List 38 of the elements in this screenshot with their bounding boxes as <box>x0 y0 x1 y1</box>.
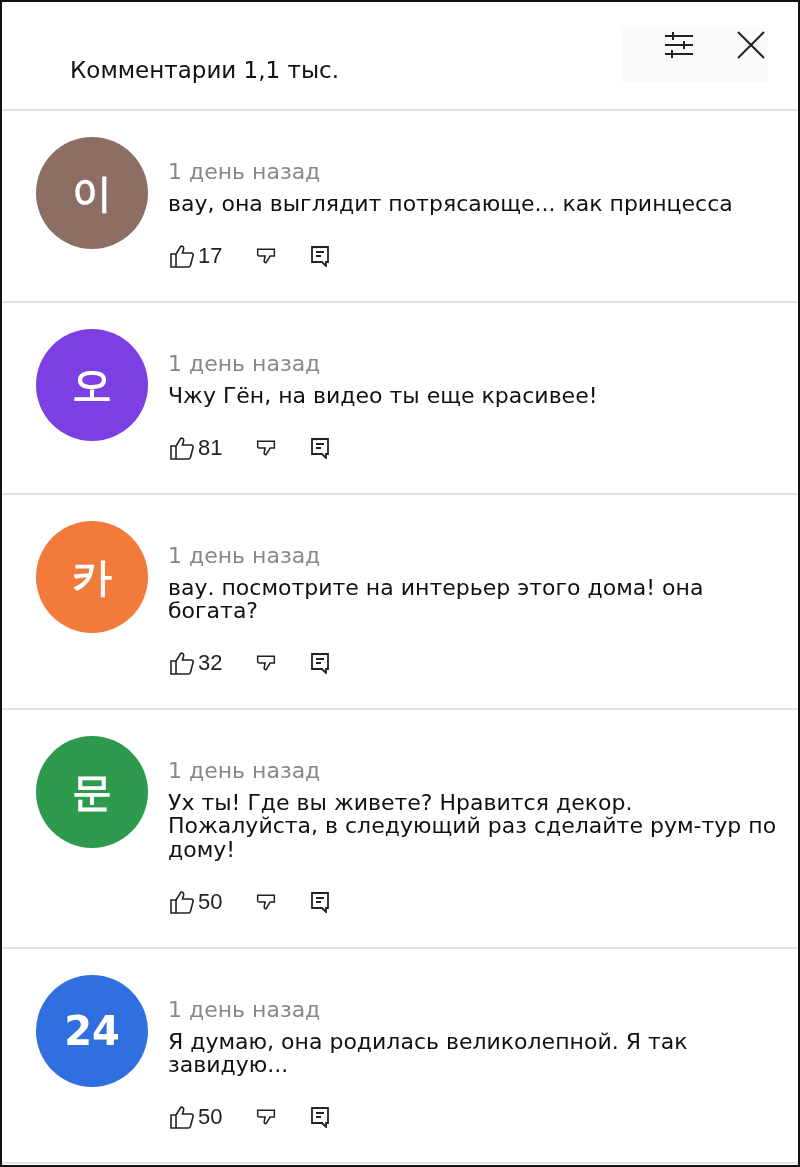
avatar: 이 <box>36 137 148 249</box>
thumbs-up-icon <box>170 651 194 676</box>
close-icon <box>736 30 766 60</box>
comment-text: Чжу Гён, на видео ты еще красивее! <box>168 384 599 408</box>
like-button[interactable]: 17 <box>168 241 225 272</box>
reply-icon <box>310 245 331 268</box>
comment-text: Ух ты! Где вы живете? Нравится декор. Пожалуйста, в следующий раз сделайте рум-тур по дому! <box>168 791 778 861</box>
like-button[interactable]: 81 <box>168 433 225 464</box>
thumbs-up-icon <box>170 889 194 914</box>
like-count: 50 <box>198 1103 223 1130</box>
thumbs-up-icon <box>170 1104 194 1129</box>
like-count: 17 <box>198 243 223 270</box>
comment-time: 1 день назад <box>168 758 322 784</box>
reply-icon <box>310 437 331 460</box>
like-button[interactable]: 50 <box>168 1101 225 1132</box>
reply-icon <box>310 652 331 675</box>
comment-time: 1 день назад <box>168 543 322 569</box>
avatar: 24 <box>36 974 148 1087</box>
reply-icon <box>310 890 331 913</box>
avatar: 카 <box>36 521 148 634</box>
comment-text: Я думаю, она родилась великолепной. Я так завидую... <box>168 1029 689 1076</box>
panel-title: Комментарии 1,1 тыс. <box>70 57 339 83</box>
thumbs-up-icon <box>170 436 194 461</box>
like-button[interactable]: 32 <box>168 648 225 679</box>
comment-time: 1 день назад <box>168 159 322 184</box>
thumbs-up-icon <box>170 244 194 269</box>
comment-text: вау. посмотрите на интерьер этого дома! она богата? <box>168 576 705 623</box>
avatar: 오 <box>36 329 148 442</box>
like-count: 32 <box>198 650 223 677</box>
like-button[interactable]: 50 <box>168 886 225 917</box>
comment-time: 1 день назад <box>168 351 322 377</box>
comment-time: 1 день назад <box>168 996 322 1022</box>
like-count: 81 <box>198 435 223 462</box>
comment-text: вау, она выглядит потрясающе... как принцесса <box>168 192 734 216</box>
sliders-icon <box>664 32 694 58</box>
avatar: 문 <box>36 736 148 849</box>
like-count: 50 <box>198 888 223 915</box>
reply-icon <box>310 1105 331 1128</box>
